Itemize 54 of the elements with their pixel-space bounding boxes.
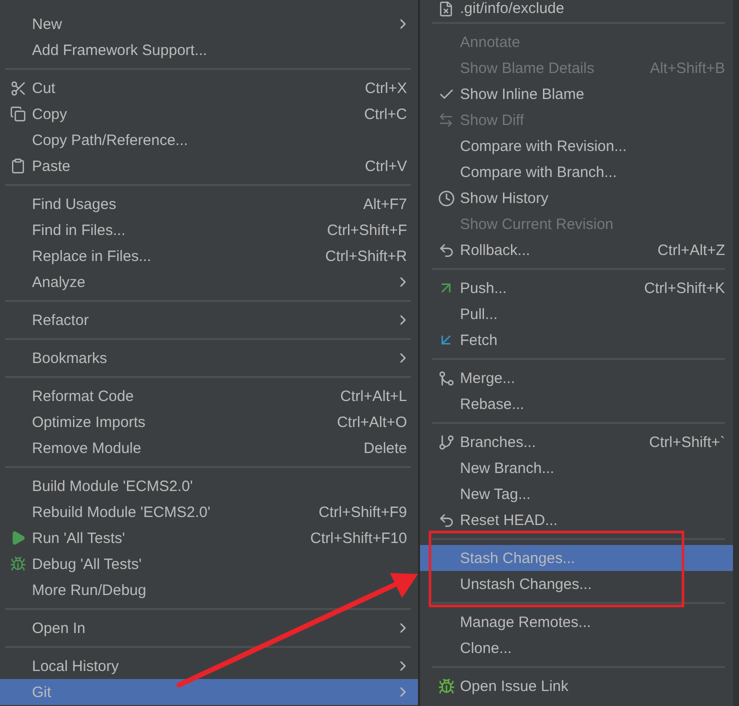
menu-item[interactable]: Show History bbox=[420, 185, 733, 211]
menu-item[interactable]: Pull... bbox=[420, 301, 733, 327]
menu-item[interactable]: Add Framework Support... bbox=[0, 37, 418, 63]
menu-item[interactable]: Open Issue Link bbox=[420, 673, 733, 699]
menu-item[interactable]: .git/info/exclude bbox=[420, 0, 733, 17]
menu-item[interactable]: Local History bbox=[0, 653, 418, 679]
menu-item[interactable]: Replace in Files... Ctrl+Shift+R bbox=[0, 243, 418, 269]
menu-item[interactable]: New Tag... bbox=[420, 481, 733, 507]
menu-item[interactable]: Optimize Imports Ctrl+Alt+O bbox=[0, 409, 418, 435]
merge-icon bbox=[438, 370, 454, 386]
menu-item[interactable]: New bbox=[0, 11, 418, 37]
menu-item[interactable]: Find in Files... Ctrl+Shift+F bbox=[0, 217, 418, 243]
menu-item[interactable]: Rebase... bbox=[420, 391, 733, 417]
menu-item[interactable]: Push... Ctrl+Shift+K bbox=[420, 275, 733, 301]
undo-icon bbox=[438, 242, 454, 258]
branch-icon bbox=[438, 434, 454, 450]
menu-item[interactable]: Rebuild Module 'ECMS2.0' Ctrl+Shift+F9 bbox=[0, 499, 418, 525]
menu-item[interactable]: Compare with Branch... bbox=[420, 159, 733, 185]
clock-icon bbox=[438, 190, 454, 206]
copy-icon bbox=[10, 106, 26, 122]
menu-item[interactable]: Compare with Revision... bbox=[420, 133, 733, 159]
menu-item[interactable]: More Run/Debug bbox=[0, 577, 418, 603]
menu-item[interactable]: Cut Ctrl+X bbox=[0, 75, 418, 101]
menu-item[interactable]: Remove Module Delete bbox=[0, 435, 418, 461]
menu-item[interactable]: Merge... bbox=[420, 365, 733, 391]
undo-icon bbox=[438, 512, 454, 528]
menu-item[interactable]: Show Inline Blame bbox=[420, 81, 733, 107]
menu-item[interactable]: Copy Path/Reference... bbox=[0, 127, 418, 153]
menu-item[interactable]: New Branch... bbox=[420, 455, 733, 481]
menu-item[interactable]: Rollback... Ctrl+Alt+Z bbox=[420, 237, 733, 263]
menu-item[interactable]: Bookmarks bbox=[0, 345, 418, 371]
scissors-icon bbox=[10, 80, 26, 96]
menu-item[interactable]: Manage Remotes... bbox=[420, 609, 733, 635]
menu-item[interactable]: Fetch bbox=[420, 327, 733, 353]
menu-item[interactable]: Open In bbox=[0, 615, 418, 641]
file-icon bbox=[438, 0, 454, 16]
menu-item[interactable]: Analyze bbox=[0, 269, 418, 295]
play-icon bbox=[10, 530, 26, 546]
diff-icon bbox=[438, 112, 454, 128]
menu-item[interactable]: Clone... bbox=[420, 635, 733, 661]
menu-item[interactable]: Build Module 'ECMS2.0' bbox=[0, 473, 418, 499]
menu-item[interactable]: Run 'All Tests' Ctrl+Shift+F10 bbox=[0, 525, 418, 551]
menu-item[interactable]: Find Usages Alt+F7 bbox=[0, 191, 418, 217]
clipboard-icon bbox=[10, 158, 26, 174]
menu-item[interactable]: Refactor bbox=[0, 307, 418, 333]
menu-item[interactable]: Reset HEAD... bbox=[420, 507, 733, 533]
menu-item[interactable]: Paste Ctrl+V bbox=[0, 153, 418, 179]
menu-item[interactable]: Copy Ctrl+C bbox=[0, 101, 418, 127]
menu-item[interactable]: Unstash Changes... bbox=[420, 571, 733, 597]
bug-icon bbox=[438, 678, 454, 694]
menu-item[interactable]: Debug 'All Tests' bbox=[0, 551, 418, 577]
menu-item[interactable]: Reformat Code Ctrl+Alt+L bbox=[0, 383, 418, 409]
menu-item[interactable]: Branches... Ctrl+Shift+` bbox=[420, 429, 733, 455]
bug-icon bbox=[10, 556, 26, 572]
